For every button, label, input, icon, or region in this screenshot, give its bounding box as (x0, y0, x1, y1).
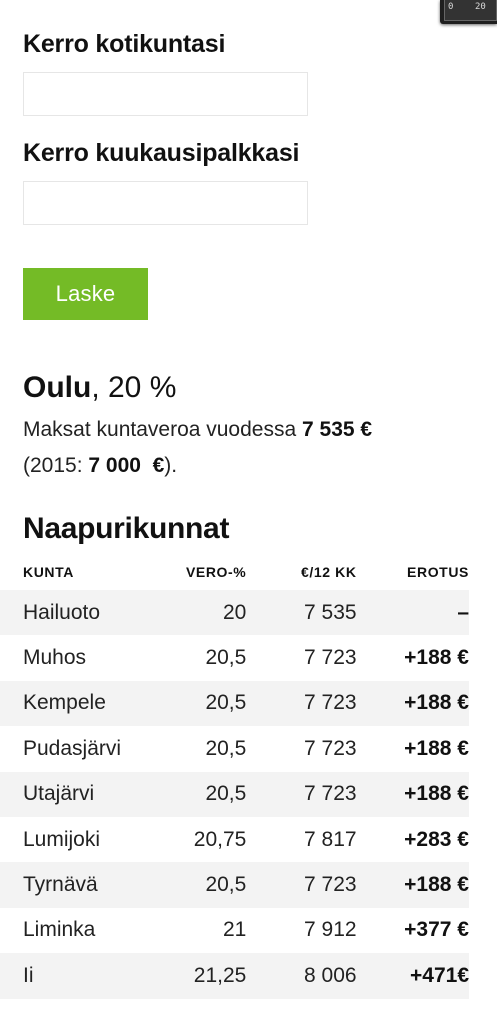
municipality-input[interactable] (23, 72, 308, 116)
result-sentence-prefix: Maksat kuntaveroa vuodessa (23, 418, 302, 441)
cell-tax-rate: 20,75 (193, 827, 247, 851)
salary-label: Kerro kuukausipalkkasi (23, 139, 300, 167)
cell-municipality: Ii (0, 953, 168, 999)
result-heading: Oulu, 20 % (23, 368, 176, 408)
cell-tax-rate: 20,5 (168, 862, 247, 908)
cell-annual-tax: 7 817 (304, 827, 357, 851)
result-annual-tax: 7 535 € (302, 418, 373, 441)
result-rate: , 20 % (91, 371, 177, 404)
table-header-row: KUNTA VERO-% €/12 KK EROTUS (0, 554, 469, 590)
column-header-vero[interactable]: VERO-% (168, 554, 246, 590)
cell-municipality: Muhos (23, 646, 87, 670)
table-row: Hailuoto 20 7 535 – (0, 590, 469, 636)
table-row: Ii 21,25 8 006 +471€ (0, 953, 469, 999)
cell-annual-tax: 7 912 (304, 918, 357, 942)
result-prev-value: 7 000 € (88, 454, 165, 477)
cell-municipality: Liminka (23, 918, 96, 942)
cell-municipality: Utajärvi (0, 771, 168, 817)
cell-tax-rate: 20,5 (168, 680, 247, 727)
result-city: Oulu (23, 371, 92, 404)
cell-difference: +377 € (404, 918, 469, 942)
cell-difference: – (356, 590, 469, 636)
ruler-tick-0: 0 (448, 2, 454, 12)
neighbors-table: KUNTA VERO-% €/12 KK EROTUS Hailuoto 20 … (0, 554, 469, 999)
cell-tax-rate: 20,5 (168, 771, 247, 817)
ruler-scale: 0 20 (444, 0, 497, 21)
cell-annual-tax: 8 006 (246, 953, 357, 999)
cell-municipality: Lumijoki (23, 827, 101, 851)
column-header-erotus[interactable]: EROTUS (357, 554, 469, 590)
cell-municipality: Kempele (0, 680, 168, 727)
cell-tax-rate: 20 (168, 590, 247, 636)
cell-annual-tax: 7 723 (246, 771, 357, 817)
cell-municipality: Tyrnävä (0, 862, 168, 908)
cell-difference: +188 € (404, 736, 469, 760)
table-row: Utajärvi 20,5 7 723 +188 € (0, 771, 469, 817)
cell-annual-tax: 7 723 (304, 736, 357, 760)
cell-difference: +188 € (356, 680, 469, 727)
cell-annual-tax: 7 723 (304, 646, 357, 670)
cell-tax-rate: 20,5 (205, 736, 247, 760)
column-header-kunta[interactable]: KUNTA (0, 554, 168, 590)
column-header-annual[interactable]: €/12 KK (246, 554, 356, 590)
cell-annual-tax: 7 723 (246, 680, 357, 727)
cell-difference: +188 € (356, 771, 469, 817)
cell-tax-rate: 21 (222, 918, 247, 942)
ruler-tick-20: 20 (475, 2, 486, 12)
table-row: Liminka 21 7 912 +377 € (0, 908, 469, 953)
cell-difference: +471€ (356, 953, 469, 999)
cell-difference: +188 € (404, 646, 469, 670)
municipality-label: Kerro kotikuntasi (23, 30, 226, 58)
table-row: Lumijoki 20,75 7 817 +283 € (0, 817, 469, 862)
cell-municipality: Hailuoto (0, 590, 168, 636)
result-sentence: Maksat kuntaveroa vuodessa 7 535 € (2015… (23, 412, 473, 484)
cell-municipality: Pudasjärvi (23, 736, 122, 760)
cell-annual-tax: 7 723 (246, 862, 357, 908)
table-row: Tyrnävä 20,5 7 723 +188 € (0, 862, 469, 908)
result-prev-prefix: (2015: (23, 454, 89, 477)
neighbors-title: Naapurikunnat (23, 512, 230, 545)
cell-annual-tax: 7 535 (246, 590, 357, 636)
cell-tax-rate: 21,25 (168, 953, 247, 999)
cell-difference: +188 € (356, 862, 469, 908)
table-row: Kempele 20,5 7 723 +188 € (0, 680, 469, 727)
calculate-button[interactable]: Laske (23, 268, 148, 320)
table-row: Pudasjärvi 20,5 7 723 +188 € (0, 726, 469, 771)
ruler-widget[interactable]: 0 20 (440, 0, 497, 24)
cell-tax-rate: 20,5 (205, 646, 247, 670)
result-prev-suffix: ). (164, 454, 178, 477)
page: 0 20 Kerro kotikuntasi Kerro kuukausipal… (0, 0, 497, 1033)
table-row: Muhos 20,5 7 723 +188 € (0, 635, 469, 680)
salary-input[interactable] (23, 181, 308, 225)
cell-difference: +283 € (404, 827, 469, 851)
